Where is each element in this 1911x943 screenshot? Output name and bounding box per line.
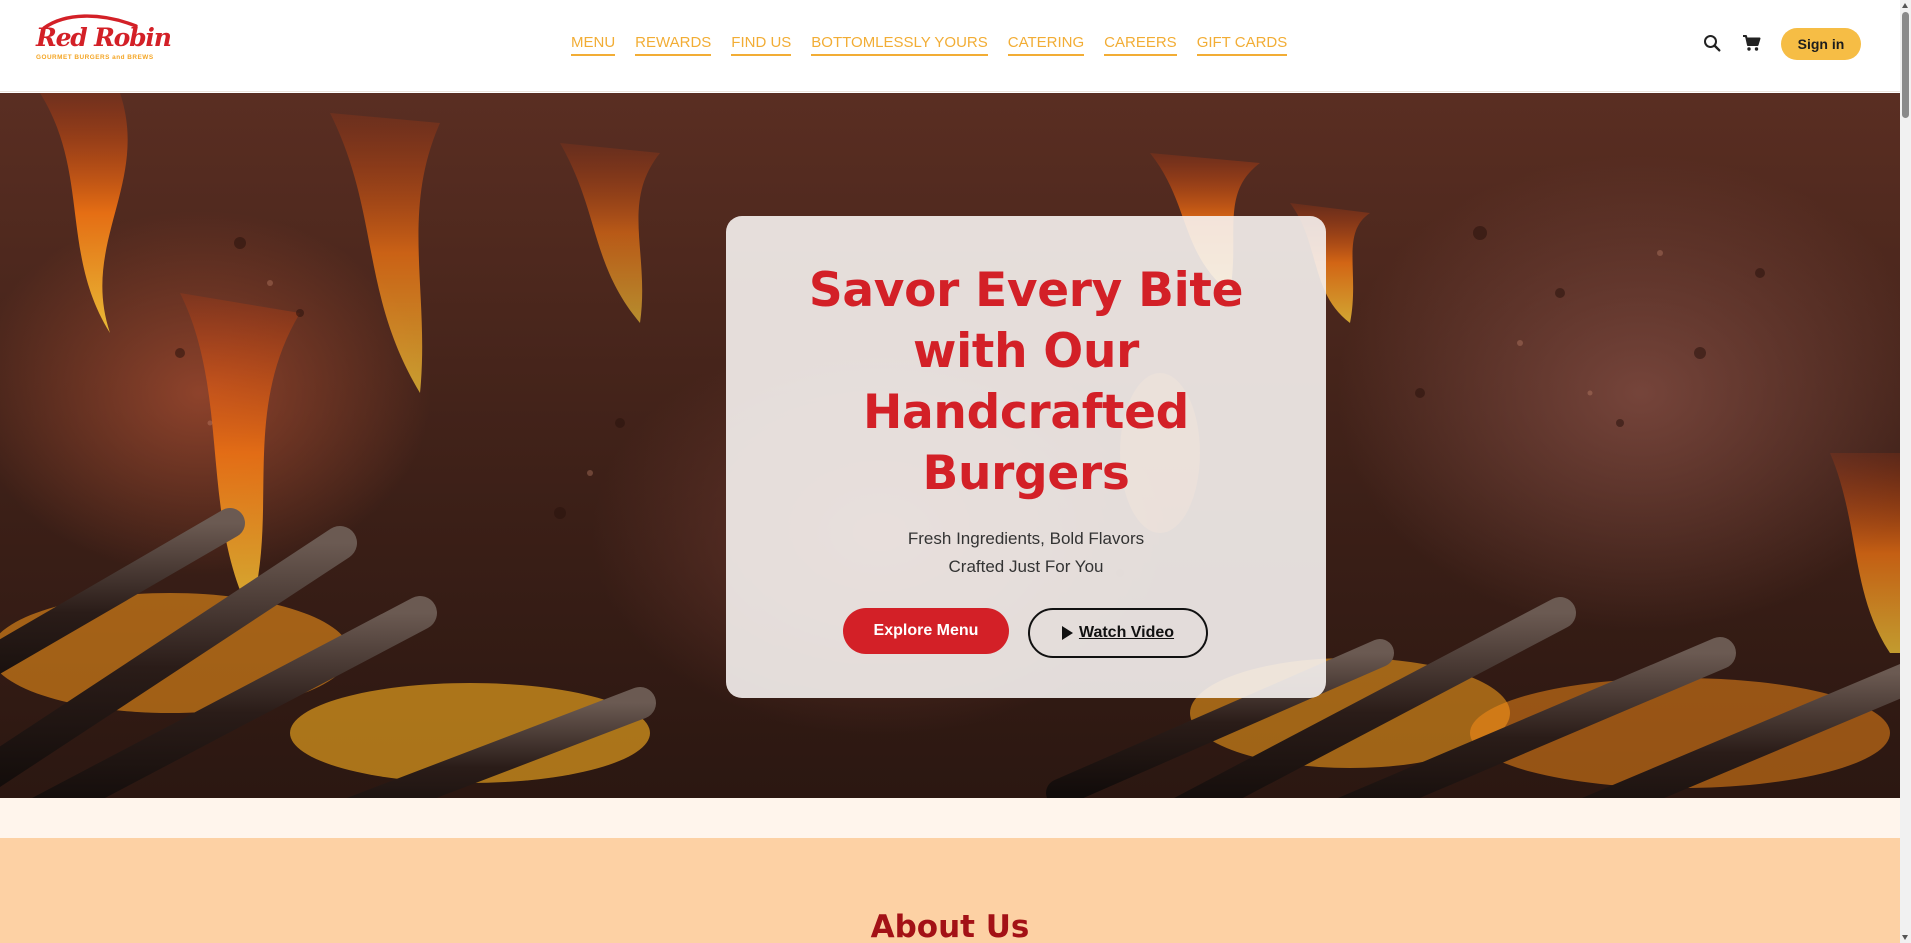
nav-menu[interactable]: MENU xyxy=(571,34,616,56)
main-nav: MENU REWARDS FIND US BOTTOMLESSLY YOURS … xyxy=(571,34,1288,56)
watch-video-label: Watch Video xyxy=(1078,624,1175,641)
about-section: About Us xyxy=(0,838,1900,943)
hero-title-line: with Our xyxy=(912,324,1139,379)
hero-card: Savor Every Bite with Our Handcrafted Bu… xyxy=(726,216,1326,698)
nav-gift-cards[interactable]: GIFT CARDS xyxy=(1196,34,1288,56)
hero-section: Savor Every Bite with Our Handcrafted Bu… xyxy=(0,93,1900,798)
logo-wordmark: Red Robin xyxy=(36,23,172,52)
explore-menu-button[interactable]: Explore Menu xyxy=(843,608,1009,654)
hero-title-line: Savor Every Bite xyxy=(808,263,1244,318)
hero-subtitle-line: Fresh Ingredients, Bold Flavors xyxy=(907,529,1145,548)
cart-button[interactable] xyxy=(1740,32,1762,54)
play-icon xyxy=(1061,626,1073,640)
search-icon xyxy=(1704,35,1721,52)
section-divider xyxy=(0,798,1900,838)
nav-find-us[interactable]: FIND US xyxy=(731,34,792,56)
scroll-up-icon[interactable] xyxy=(1902,3,1908,8)
search-button[interactable] xyxy=(1701,32,1723,54)
hero-subtitle-line: Crafted Just For You xyxy=(948,557,1104,576)
hero-title-line: Burgers xyxy=(922,446,1130,501)
hero-title: Savor Every Bite with Our Handcrafted Bu… xyxy=(726,260,1326,504)
nav-rewards[interactable]: REWARDS xyxy=(635,34,712,56)
nav-bottomlessly-yours[interactable]: BOTTOMLESSLY YOURS xyxy=(811,34,988,56)
nav-catering[interactable]: CATERING xyxy=(1007,34,1085,56)
about-title: About Us xyxy=(870,909,1030,943)
cart-icon xyxy=(1742,35,1760,51)
site-header: Red Robin GOURMET BURGERS and BREWS MENU… xyxy=(0,0,1900,92)
scroll-down-icon[interactable] xyxy=(1902,935,1908,940)
hero-subtitle: Fresh Ingredients, Bold Flavors Crafted … xyxy=(726,525,1326,581)
scroll-thumb[interactable] xyxy=(1902,12,1909,118)
page-scrollbar[interactable] xyxy=(1900,0,1911,943)
sign-in-button[interactable]: Sign in xyxy=(1781,28,1861,60)
hero-title-line: Handcrafted xyxy=(862,385,1190,440)
watch-video-button[interactable]: Watch Video xyxy=(1028,608,1208,658)
nav-careers[interactable]: CAREERS xyxy=(1104,34,1177,56)
logo-tagline: GOURMET BURGERS and BREWS xyxy=(36,54,154,61)
red-robin-logo[interactable]: Red Robin GOURMET BURGERS and BREWS xyxy=(34,14,172,68)
